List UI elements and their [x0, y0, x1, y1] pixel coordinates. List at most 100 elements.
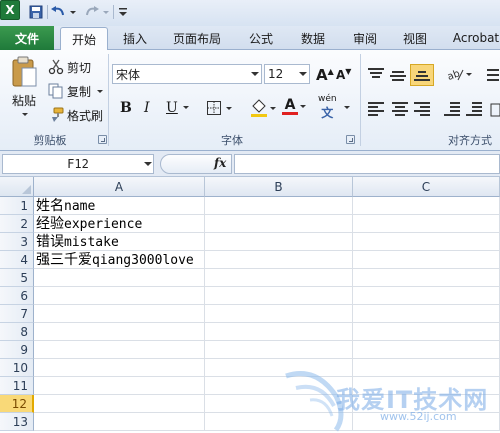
cell-b13[interactable] [205, 413, 353, 431]
cell-c11[interactable] [353, 377, 500, 395]
row-header[interactable]: 12 [0, 395, 34, 413]
orientation-button[interactable]: ab [446, 66, 472, 82]
phonetic-dropdown-icon[interactable] [342, 106, 350, 109]
align-top-icon[interactable] [368, 68, 384, 82]
fill-color-button[interactable] [250, 98, 276, 118]
select-all-corner[interactable] [0, 177, 34, 197]
row-header[interactable]: 1 [0, 197, 34, 215]
decrease-indent-icon[interactable] [444, 102, 460, 116]
align-center-icon[interactable] [392, 102, 408, 116]
font-name-select[interactable]: 宋体 [112, 64, 262, 84]
name-box[interactable]: F12 [2, 154, 154, 174]
clipboard-launcher-icon[interactable] [98, 135, 107, 144]
align-middle-icon[interactable] [390, 68, 406, 82]
cell-c3[interactable] [353, 233, 500, 251]
cell-a1[interactable]: 姓名name [34, 197, 205, 215]
cell-b7[interactable] [205, 305, 353, 323]
row-header[interactable]: 4 [0, 251, 34, 269]
row-header[interactable]: 10 [0, 359, 34, 377]
cell-a3[interactable]: 错误mistake [34, 233, 205, 251]
save-icon[interactable] [28, 4, 44, 20]
cell-c2[interactable] [353, 215, 500, 233]
underline-dropdown-icon[interactable] [181, 106, 189, 109]
row-header[interactable]: 3 [0, 233, 34, 251]
tab-home[interactable]: 开始 [60, 27, 108, 51]
column-header-a[interactable]: A [34, 177, 205, 197]
align-left-icon[interactable] [368, 102, 384, 116]
cell-b2[interactable] [205, 215, 353, 233]
italic-button[interactable]: I [144, 100, 150, 116]
insert-function-icon[interactable]: fx [214, 156, 226, 170]
cell-b6[interactable] [205, 287, 353, 305]
name-box-dropdown-icon[interactable] [144, 162, 152, 166]
cell-a2[interactable]: 经验experience [34, 215, 205, 233]
underline-button[interactable]: U [166, 100, 178, 116]
borders-button[interactable] [206, 100, 232, 116]
customize-toolbar-icon[interactable] [115, 4, 131, 20]
cut-button[interactable]: 剪切 [48, 58, 91, 76]
tab-insert[interactable]: 插入 [114, 26, 156, 50]
cell-a6[interactable] [34, 287, 205, 305]
increase-indent-icon[interactable] [466, 102, 482, 116]
align-bottom-button[interactable] [410, 64, 434, 86]
cell-c9[interactable] [353, 341, 500, 359]
cell-a12[interactable] [34, 395, 205, 413]
excel-logo-icon[interactable]: X [0, 0, 20, 20]
paste-button[interactable]: 粘贴 [4, 56, 44, 126]
align-right-icon[interactable] [414, 102, 430, 116]
row-header[interactable]: 9 [0, 341, 34, 359]
wrap-text-icon[interactable] [486, 66, 500, 86]
merge-cells-icon[interactable] [490, 102, 500, 118]
cell-a4[interactable]: 强三千爱qiang3000love [34, 251, 205, 269]
cell-a8[interactable] [34, 323, 205, 341]
row-header[interactable]: 5 [0, 269, 34, 287]
cell-b1[interactable] [205, 197, 353, 215]
cell-b10[interactable] [205, 359, 353, 377]
tab-data[interactable]: 数据 [292, 26, 334, 50]
copy-dropdown-icon[interactable] [97, 89, 104, 93]
row-header[interactable]: 13 [0, 413, 34, 431]
phonetic-button[interactable]: wén 文 [318, 94, 337, 121]
bold-button[interactable]: B [120, 100, 132, 116]
tab-page-layout[interactable]: 页面布局 [166, 26, 228, 50]
cell-b11[interactable] [205, 377, 353, 395]
cell-c4[interactable] [353, 251, 500, 269]
paste-dropdown-icon[interactable] [22, 113, 28, 116]
cell-b5[interactable] [205, 269, 353, 287]
tab-file[interactable]: 文件 [0, 26, 54, 50]
font-color-button[interactable]: A [282, 98, 306, 115]
cell-a9[interactable] [34, 341, 205, 359]
tab-review[interactable]: 审阅 [344, 26, 386, 50]
column-header-c[interactable]: C [353, 177, 500, 197]
cell-c6[interactable] [353, 287, 500, 305]
undo-icon[interactable] [50, 4, 66, 20]
cell-b12[interactable] [205, 395, 353, 413]
shrink-font-button[interactable]: A ▼ [336, 67, 351, 83]
cell-c1[interactable] [353, 197, 500, 215]
cell-a13[interactable] [34, 413, 205, 431]
row-header[interactable]: 7 [0, 305, 34, 323]
cell-c8[interactable] [353, 323, 500, 341]
cell-b8[interactable] [205, 323, 353, 341]
cell-a7[interactable] [34, 305, 205, 323]
row-header[interactable]: 11 [0, 377, 34, 395]
cell-c7[interactable] [353, 305, 500, 323]
row-header[interactable]: 2 [0, 215, 34, 233]
tab-acrobat[interactable]: Acrobat [446, 26, 500, 50]
cell-c12[interactable] [353, 395, 500, 413]
cell-a10[interactable] [34, 359, 205, 377]
copy-button[interactable]: 复制 [48, 82, 104, 100]
cell-c5[interactable] [353, 269, 500, 287]
redo-dropdown-icon[interactable] [101, 4, 109, 20]
cell-b9[interactable] [205, 341, 353, 359]
cell-b3[interactable] [205, 233, 353, 251]
row-header[interactable]: 8 [0, 323, 34, 341]
formula-input[interactable] [234, 154, 500, 174]
font-size-select[interactable]: 12 [264, 64, 310, 84]
tab-view[interactable]: 视图 [394, 26, 436, 50]
tab-formulas[interactable]: 公式 [240, 26, 282, 50]
redo-icon[interactable] [84, 4, 100, 20]
cell-c10[interactable] [353, 359, 500, 377]
format-painter-button[interactable]: 格式刷 [48, 106, 103, 124]
grow-font-button[interactable]: A ▲ [316, 66, 334, 84]
